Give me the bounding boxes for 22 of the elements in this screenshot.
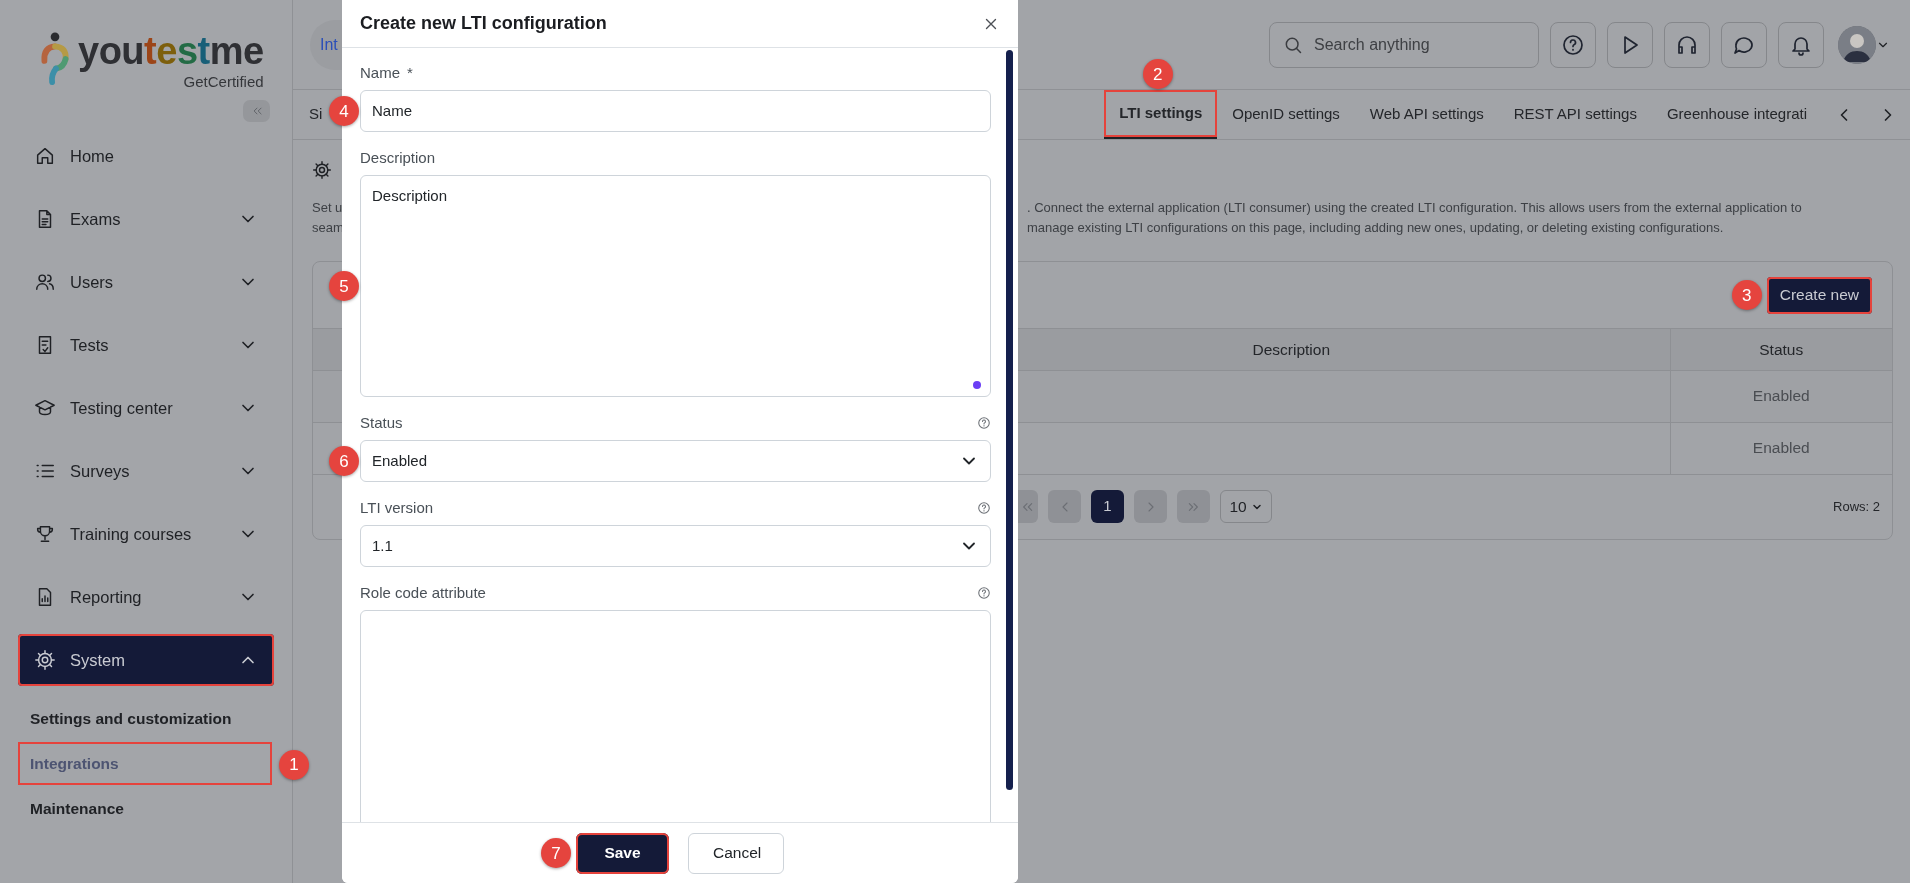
field-label: Role code attribute	[360, 583, 991, 603]
description-text: . Connect the external application (LTI consumer) using the created LTI configuration. This allows users from the external application to	[1027, 199, 1803, 217]
step-marker: 1	[279, 749, 309, 780]
step-marker: 4	[329, 96, 359, 126]
step-marker: 6	[329, 446, 359, 476]
table-cell: Enabled	[1670, 422, 1892, 474]
dialog-title: Create new LTI configuration	[360, 12, 607, 35]
description-text: Set u	[312, 199, 344, 217]
column-header: Status	[1670, 329, 1892, 370]
field-label: Status	[360, 413, 991, 433]
field-label: Description	[360, 148, 437, 168]
logo-text: youtestme	[78, 32, 264, 70]
field-label: Name *	[360, 63, 414, 83]
step-marker: 2	[1142, 59, 1173, 89]
step-marker: 7	[541, 838, 571, 868]
description-text: manage existing LTI configurations on this page, including adding new ones, updating, or deleting existing configurations.	[1027, 219, 1725, 237]
step-marker: 3	[1731, 280, 1762, 310]
table-cell: Enabled	[1670, 370, 1892, 422]
logo-tagline: GetCertified	[182, 72, 264, 92]
field-label: LTI version	[360, 498, 991, 518]
rows-count: Rows: 2	[1833, 497, 1880, 516]
step-marker: 5	[329, 271, 359, 301]
